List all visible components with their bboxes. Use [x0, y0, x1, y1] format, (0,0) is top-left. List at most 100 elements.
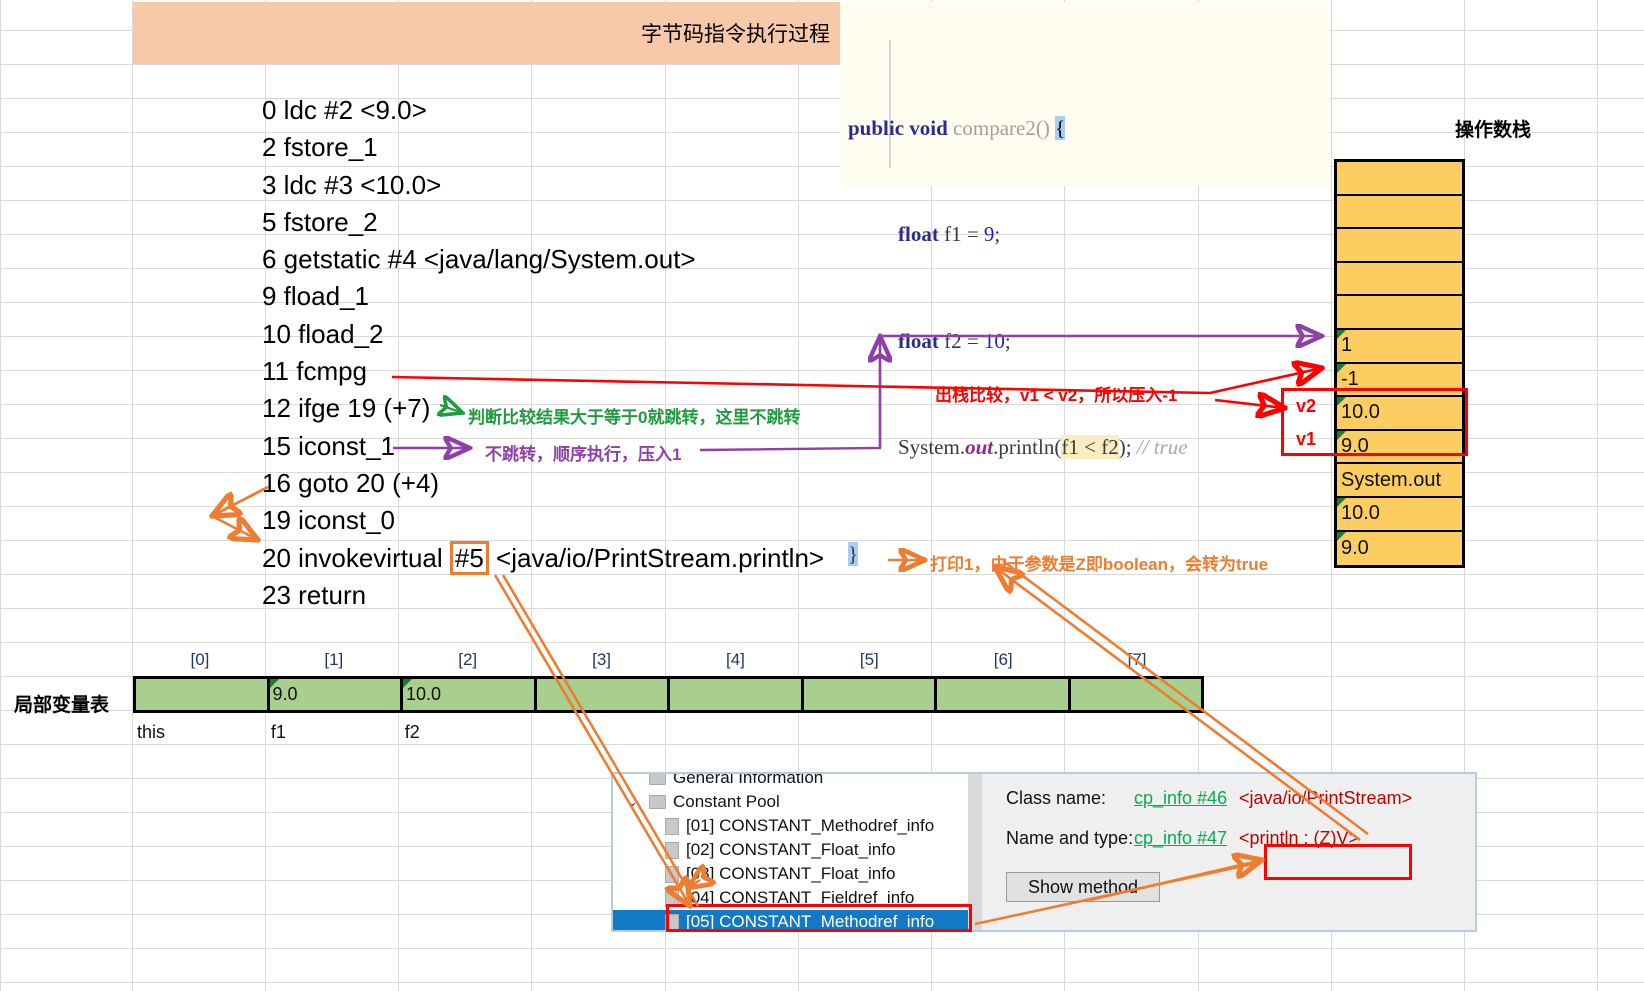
keyword-public: public: [848, 115, 905, 140]
tree-item-label: [03] CONSTANT_Float_info: [686, 864, 896, 883]
comment-marker-icon: [269, 679, 279, 688]
bytecode-line: 2 fstore_1: [262, 132, 378, 163]
name-and-type-link[interactable]: cp_info #47: [1134, 828, 1239, 849]
stack-cell: [1337, 162, 1462, 196]
tree-item-cp-01[interactable]: [01] CONSTANT_Methodref_info: [613, 814, 968, 838]
stack-cell-value-1: 1: [1337, 329, 1462, 364]
bytecode-instruction-list: 0 ldc #2 <9.0> 2 fstore_1 3 ldc #3 <10.0…: [262, 92, 824, 614]
lvt-slot-f1: 9.0: [269, 679, 403, 710]
page-title-text: 字节码指令执行过程: [641, 23, 830, 46]
annotation-iconst: 不跳转，顺序执行，压入1: [485, 445, 682, 464]
local-variable-table-label: 局部变量表: [14, 695, 110, 716]
comment-marker-icon: [1337, 497, 1346, 507]
tree-item-cp-02[interactable]: [02] CONSTANT_Float_info: [613, 838, 968, 862]
lvt-name: [535, 722, 669, 744]
code-comment: // true: [1136, 435, 1188, 459]
bytecode-line: 0 ldc #2 <9.0>: [262, 95, 427, 125]
lvt-slot: [1070, 679, 1201, 710]
class-name-row: Class name: cp_info #46 <java/io/PrintSt…: [1006, 788, 1412, 809]
bytecode-line: 5 fstore_2: [262, 206, 378, 237]
code-gutter-line: [889, 40, 891, 168]
invoke-suffix: <java/io/PrintStream.println>: [488, 542, 825, 573]
local-variable-table: 9.0 10.0: [133, 676, 1204, 713]
v2-label: v2: [1296, 396, 1317, 416]
lvt-name: [802, 722, 936, 744]
chevron-down-icon[interactable]: ⌄: [627, 794, 638, 810]
class-name-link[interactable]: cp_info #46: [1134, 788, 1239, 809]
annotation-invokevirtual: 打印1，由于参数是Z即boolean，会转为true: [930, 555, 1269, 574]
stack-cell-10: 10.0: [1337, 497, 1462, 532]
close-paren: );: [1118, 435, 1132, 459]
close-brace: }: [848, 541, 859, 566]
lvt-index: [7]: [1127, 650, 1147, 669]
file-icon: [665, 817, 679, 835]
local-variable-index-row: [0] [1] [2] [3] [4] [5] [6] [7]: [133, 650, 1204, 672]
tree-item-cp-03[interactable]: [03] CONSTANT_Float_info: [613, 862, 968, 886]
lvt-slot-f2: 10.0: [403, 679, 537, 710]
lvt-name: [1070, 722, 1204, 744]
tree-item-general-information[interactable]: General Information: [613, 774, 968, 790]
keyword-float-2: float: [898, 328, 939, 353]
open-brace: {: [1055, 115, 1066, 140]
tree-item-label: General Information: [673, 774, 824, 787]
stack-cell-text: 10.0: [1341, 502, 1380, 525]
source-code-panel: public void compare2() { float f1 = 9; f…: [840, 2, 1330, 566]
keyword-void: void: [909, 115, 948, 140]
method-name: compare2(): [953, 115, 1050, 140]
lvt-name: [669, 722, 803, 744]
comment-marker-icon: [1337, 329, 1346, 339]
lvt-name: this: [137, 722, 166, 742]
tree-item-constant-pool[interactable]: ⌄ Constant Pool: [613, 790, 968, 814]
lvt-slot: [803, 679, 937, 710]
stack-cell-systemout: System.out: [1337, 464, 1462, 498]
comment-marker-icon: [403, 679, 412, 688]
lvt-name: f1: [270, 722, 286, 742]
class-name-label: Class name:: [1006, 788, 1107, 808]
comparison-expression: f1 < f2: [1061, 435, 1119, 459]
spreadsheet-canvas: 字节码指令执行过程 public void compare2() { float…: [0, 0, 1644, 991]
selected-constant-highlight-box: [666, 904, 972, 932]
lvt-slot: [536, 679, 670, 710]
file-icon: [665, 841, 679, 859]
lvt-index: [2]: [458, 650, 478, 669]
bytecode-line: 19 iconst_0: [262, 505, 395, 536]
stack-cell-9: 9.0: [1337, 531, 1462, 566]
code-line-1: public void compare2() {: [840, 111, 1330, 147]
system-token: System.: [898, 435, 966, 459]
var-f2: f2 =: [944, 328, 979, 353]
bytecode-line: 16 goto 20 (+4): [262, 467, 440, 498]
code-line-4: System.out.println(f1 < f2); // true: [840, 430, 1330, 466]
operand-stack: 1 -1 10.0 9.0 System.out 10.0 9.0: [1334, 159, 1465, 569]
lvt-index: [0]: [190, 650, 210, 669]
annotation-ifge: 判断比较结果大于等于0就跳转，这里不跳转: [468, 408, 801, 427]
stack-cell-text: System.out: [1341, 468, 1442, 491]
tree-item-label: Constant Pool: [673, 792, 780, 811]
lvt-index: [1]: [324, 650, 344, 669]
bytecode-line: 9 fload_1: [262, 281, 369, 312]
var-f1: f1 =: [944, 222, 979, 246]
stack-cell: [1337, 262, 1462, 297]
comment-marker-icon: [1337, 363, 1346, 373]
page-title: 字节码指令执行过程: [133, 2, 840, 64]
invoke-prefix: 20 invokevirtual: [262, 542, 450, 573]
code-line-2: float f1 = 9;: [840, 217, 1330, 253]
comment-marker-icon: [1337, 531, 1346, 541]
folder-icon: [649, 774, 666, 785]
operand-stack-label: 操作数栈: [1455, 120, 1532, 141]
stack-cell: [1337, 296, 1462, 330]
lvt-index: [6]: [993, 650, 1013, 669]
bytecode-line-invokevirtual: 20 invokevirtual #5 <java/io/PrintStream…: [262, 540, 824, 577]
tree-item-label: [01] CONSTANT_Methodref_info: [686, 816, 935, 835]
keyword-float-1: float: [898, 222, 939, 246]
lvt-slot: [670, 679, 804, 710]
name-and-type-highlight-box: [1264, 844, 1412, 880]
lvt-index: [3]: [592, 650, 612, 669]
lvt-index: [5]: [859, 650, 879, 669]
bytecode-line: 11 fcmpg: [262, 356, 368, 387]
show-method-button[interactable]: Show method: [1006, 872, 1160, 902]
tree-item-label: [02] CONSTANT_Float_info: [686, 840, 896, 859]
folder-icon: [649, 795, 666, 809]
v1-label: v1: [1296, 429, 1317, 449]
bytecode-line: 10 fload_2: [262, 318, 384, 349]
literal-10: 10: [983, 328, 1005, 353]
